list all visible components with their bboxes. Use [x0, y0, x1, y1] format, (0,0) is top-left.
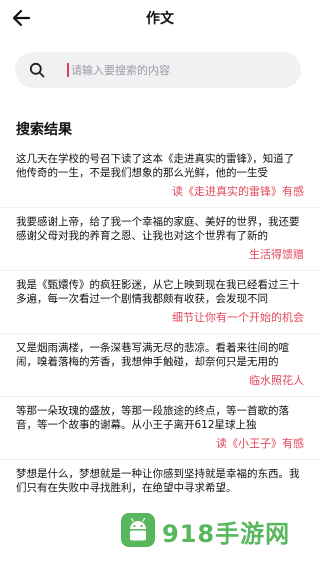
result-title[interactable]: 临水照花人	[16, 373, 304, 389]
result-title[interactable]: 读《小王子》有感	[16, 436, 304, 452]
search-input[interactable]	[71, 59, 271, 81]
page-title: 作文	[146, 11, 174, 27]
search-bar[interactable]	[15, 52, 301, 88]
android-logo-icon	[121, 513, 155, 547]
result-title[interactable]: 生活得馈赠	[16, 247, 304, 263]
search-icon	[29, 62, 45, 78]
result-excerpt: 这几天在学校的号召下读了这本《走进真实的雷锋》，知道了他传奇的一生，不是我们想象…	[16, 153, 295, 179]
watermark: 918手游网	[118, 508, 318, 564]
result-item[interactable]: 梦想是什么，梦想就是一种让你感到坚持就是幸福的东西。我们只有在失败中寻找胜利，在…	[0, 459, 320, 495]
result-item[interactable]: 我是《甄嬛传》的疯狂影迷，从它上映到现在我已经看过三十多遍，每一次看过一个剧情我…	[0, 270, 320, 326]
result-title[interactable]: 读《走进真实的雷锋》有感	[16, 184, 304, 200]
result-excerpt: 等那一朵玫瑰的盛放，等那一段旅途的终点，等一首歌的落音，等一个故事的谢幕。从小王…	[16, 405, 289, 431]
result-excerpt: 梦想是什么，梦想就是一种让你感到坚持就是幸福的东西。我们只有在失败中寻找胜利，在…	[16, 468, 300, 494]
result-item[interactable]: 等那一朵玫瑰的盛放，等那一段旅途的终点，等一首歌的落音，等一个故事的谢幕。从小王…	[0, 396, 320, 452]
text-caret	[67, 63, 69, 77]
result-item[interactable]: 我要感谢上帝，给了我一个幸福的家庭、美好的世界，我还要感谢父母对我的养育之恩、让…	[0, 207, 320, 263]
watermark-text: 918手游网	[162, 520, 291, 548]
result-excerpt: 又是烟雨满楼，一条深巷写满无尽的悲凉。看着来往间的喧闹，嗅着落梅的芳香，我想伸手…	[16, 342, 289, 368]
result-title[interactable]: 细节让你有一个开始的机会	[16, 310, 304, 326]
result-item[interactable]: 又是烟雨满楼，一条深巷写满无尽的悲凉。看着来往间的喧闹，嗅着落梅的芳香，我想伸手…	[0, 333, 320, 389]
header: 作文	[0, 0, 320, 36]
search-results-heading: 搜索结果	[16, 122, 72, 138]
result-excerpt: 我要感谢上帝，给了我一个幸福的家庭、美好的世界，我还要感谢父母对我的养育之恩、让…	[16, 216, 300, 242]
results-list: 这几天在学校的号召下读了这本《走进真实的雷锋》，知道了他传奇的一生，不是我们想象…	[0, 145, 320, 502]
result-item[interactable]: 这几天在学校的号召下读了这本《走进真实的雷锋》，知道了他传奇的一生，不是我们想象…	[0, 145, 320, 200]
screen: 作文 搜索结果 这几天在学校的号召下读了这本《走进真实的雷锋》，知道了他传奇的一…	[0, 0, 320, 568]
result-excerpt: 我是《甄嬛传》的疯狂影迷，从它上映到现在我已经看过三十多遍，每一次看过一个剧情我…	[16, 279, 300, 305]
